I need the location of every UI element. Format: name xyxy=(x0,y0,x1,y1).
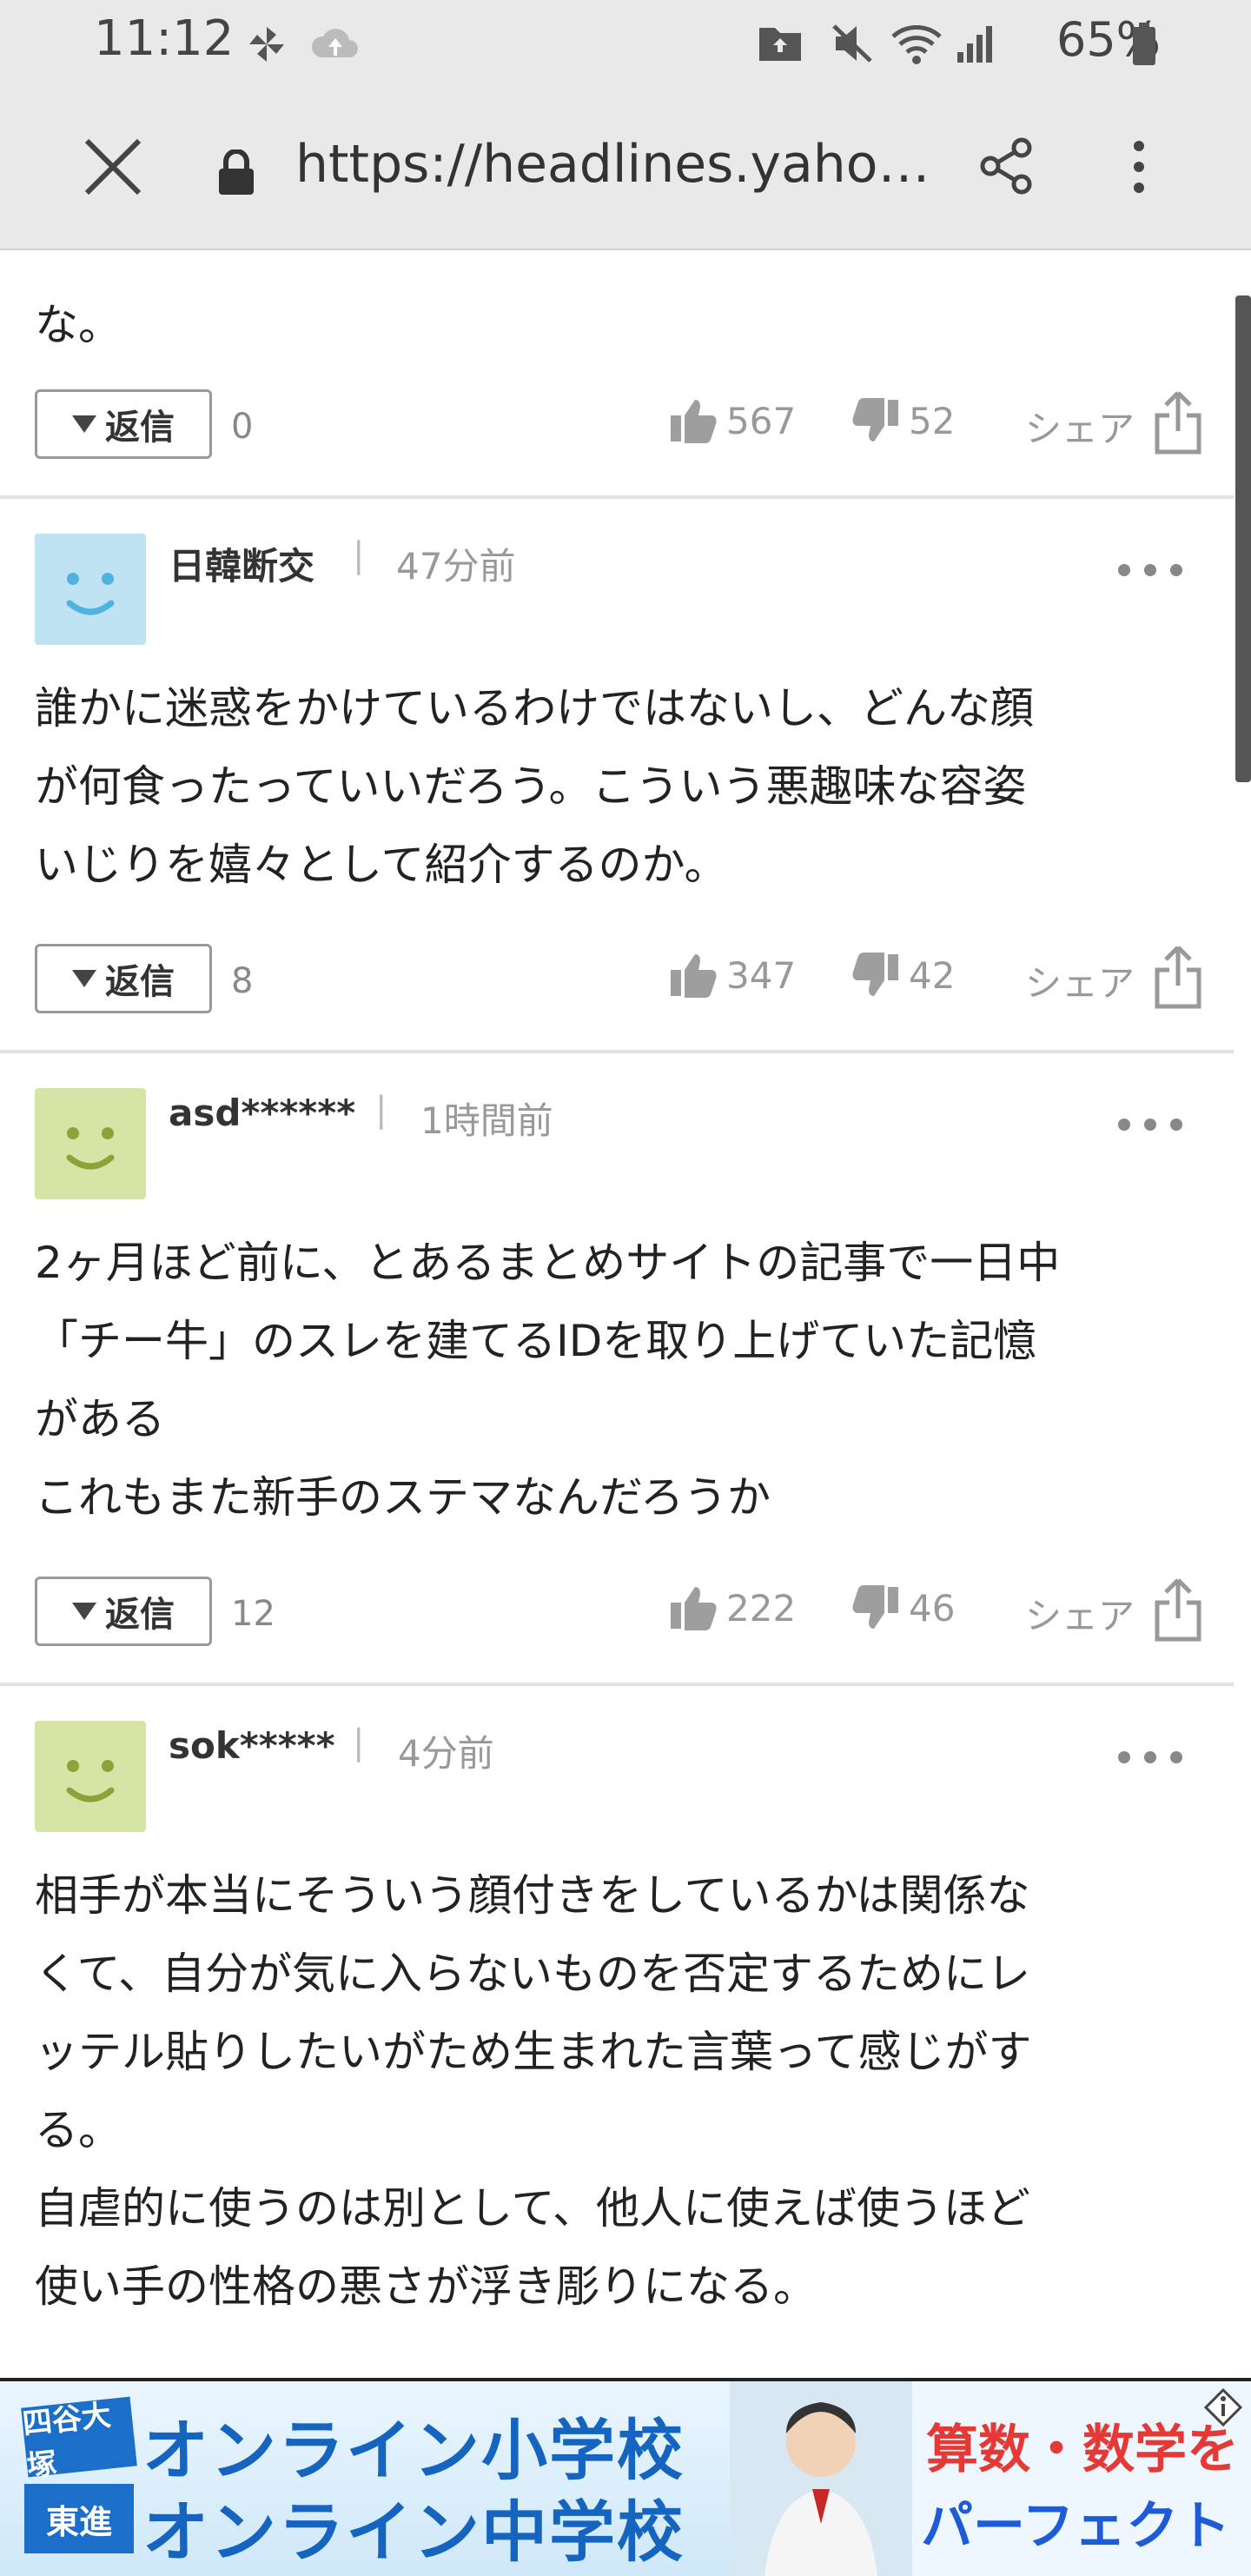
triangle-down-icon xyxy=(72,415,96,433)
more-horiz-icon[interactable] xyxy=(1115,1116,1185,1133)
status-time: 11:12 xyxy=(94,10,235,67)
comment-text: 2ヶ月ほど前に、とあるまとめサイトの記事で一日中 「チー牛」のスレを建てるIDを… xyxy=(35,1238,1061,1523)
like-button[interactable]: 222 xyxy=(669,1585,796,1630)
like-button[interactable]: 347 xyxy=(669,953,796,998)
reply-label: 返信 xyxy=(105,962,175,1002)
comment-actions: 返信 8 347 42 シェア xyxy=(35,944,1216,1019)
ad-tagline: パーフェクトに! xyxy=(921,2496,1231,2576)
username[interactable]: asd****** xyxy=(169,1092,355,1134)
scrollbar[interactable] xyxy=(1235,295,1251,782)
share-label[interactable]: シェア xyxy=(1025,1587,1135,1640)
reply-count: 12 xyxy=(231,1594,275,1634)
pinwheel-icon xyxy=(249,27,284,62)
like-count: 567 xyxy=(726,399,797,442)
share-label[interactable]: シェア xyxy=(1025,954,1135,1007)
more-vert-icon[interactable] xyxy=(1126,139,1152,195)
mute-icon xyxy=(832,24,872,63)
signal-icon xyxy=(957,26,992,63)
ad-banner[interactable]: 四谷大塚 東進 オンライン小学校 オンライン中学校 算数・数学を パーフェクトに… xyxy=(0,2378,1251,2576)
thumbs-up-icon xyxy=(671,400,717,443)
battery-icon xyxy=(1133,23,1155,65)
share-label[interactable]: シェア xyxy=(1025,400,1135,453)
comment-text: 相手が本当にそういう顔付きをしているかは関係な くて、自分が気に入らないものを否… xyxy=(35,1870,1032,2312)
triangle-down-icon xyxy=(72,970,96,987)
thumbs-up-icon xyxy=(671,1587,717,1630)
ad-badge: 東進 xyxy=(24,2484,134,2553)
share-icon[interactable] xyxy=(976,136,1037,196)
comment-list: な。 返信 0 567 52 シェア 日韓断交 | 47分前 誰かに迷惑をかけて… xyxy=(0,249,1251,2378)
separator: | xyxy=(375,1090,387,1130)
ad-headline: オンライン中学校 xyxy=(142,2493,685,2571)
comment-actions: 返信 12 222 46 シェア xyxy=(35,1577,1216,1651)
separator: | xyxy=(353,1723,365,1763)
share-upload-icon[interactable] xyxy=(1152,944,1204,1010)
more-horiz-icon[interactable] xyxy=(1115,1749,1185,1766)
comment-actions: 返信 0 567 52 シェア xyxy=(35,389,1216,464)
thumbs-up-icon xyxy=(671,954,717,998)
dislike-count: 52 xyxy=(909,399,956,442)
like-count: 347 xyxy=(726,953,797,997)
username[interactable]: sok***** xyxy=(169,1724,335,1767)
status-bar: 11:12 65% xyxy=(0,0,1251,83)
browser-toolbar: https://headlines.yahoo.co... xyxy=(0,83,1251,250)
ad-info-icon[interactable] xyxy=(1202,2387,1244,2428)
triangle-down-icon xyxy=(72,1603,96,1620)
like-count: 222 xyxy=(726,1586,797,1630)
divider xyxy=(0,1050,1234,1053)
like-button[interactable]: 567 xyxy=(669,398,796,443)
comment-text: 誰かに迷惑をかけているわけではないし、どんな顔 が何食ったっていいだろう。こうい… xyxy=(35,683,1034,890)
share-upload-icon[interactable] xyxy=(1152,1577,1204,1643)
reply-button[interactable]: 返信 xyxy=(35,1577,212,1646)
reply-label: 返信 xyxy=(105,1595,175,1635)
dislike-button[interactable]: 46 xyxy=(851,1585,955,1630)
avatar[interactable] xyxy=(35,534,146,645)
share-upload-icon[interactable] xyxy=(1152,389,1204,455)
separator: | xyxy=(353,535,365,575)
reply-button[interactable]: 返信 xyxy=(35,389,212,459)
dislike-count: 46 xyxy=(909,1586,956,1630)
thumbs-down-icon xyxy=(852,953,898,996)
reply-count: 0 xyxy=(231,407,254,447)
ad-badge: 四谷大塚 xyxy=(21,2396,137,2484)
ad-tagline: 算数・数学を xyxy=(926,2420,1239,2480)
reply-count: 8 xyxy=(231,961,254,1001)
more-horiz-icon[interactable] xyxy=(1115,561,1185,579)
folder-icon xyxy=(759,28,801,61)
divider xyxy=(0,495,1234,499)
cloud-upload-icon xyxy=(311,29,358,57)
reply-button[interactable]: 返信 xyxy=(35,944,212,1013)
thumbs-down-icon xyxy=(852,1585,898,1629)
timestamp: 47分前 xyxy=(396,545,516,588)
reply-label: 返信 xyxy=(105,408,175,448)
thumbs-down-icon xyxy=(852,398,898,442)
divider xyxy=(0,1683,1234,1686)
avatar[interactable] xyxy=(35,1088,146,1199)
comment-text: な。 xyxy=(35,300,122,350)
dislike-count: 42 xyxy=(909,953,956,997)
username[interactable]: 日韓断交 xyxy=(169,537,314,590)
dislike-button[interactable]: 52 xyxy=(851,398,955,443)
avatar[interactable] xyxy=(35,1721,146,1832)
dislike-button[interactable]: 42 xyxy=(851,953,955,998)
url-bar[interactable]: https://headlines.yahoo.co... xyxy=(295,134,956,195)
lock-icon xyxy=(219,149,254,195)
wifi-icon xyxy=(891,25,942,64)
timestamp: 1時間前 xyxy=(420,1099,553,1142)
ad-person-image xyxy=(730,2381,912,2576)
timestamp: 4分前 xyxy=(398,1732,494,1775)
close-icon[interactable] xyxy=(80,134,146,200)
